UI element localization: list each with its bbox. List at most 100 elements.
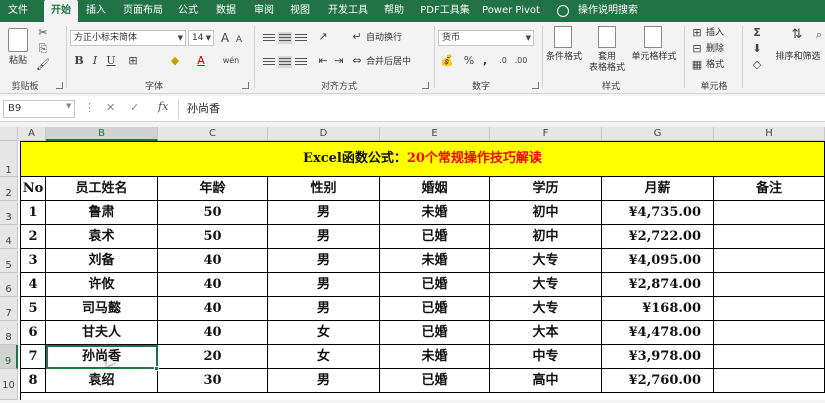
bold-button[interactable]: B [72, 54, 86, 68]
cell-styles-button[interactable]: 单元格样式 [628, 52, 680, 63]
cell-name[interactable]: 鲁肃 [46, 201, 158, 225]
cell-note[interactable] [714, 201, 825, 225]
cell-name[interactable]: 许攸 [46, 273, 158, 297]
cell-gender[interactable]: 男 [268, 249, 380, 273]
tab-view[interactable]: 视图 [284, 0, 316, 22]
header-cell[interactable]: 员工姓名 [46, 177, 158, 201]
tab-formulas[interactable]: 公式 [172, 0, 204, 22]
number-launcher-icon[interactable] [532, 82, 539, 89]
column-header[interactable]: C [158, 127, 268, 141]
cut-icon[interactable]: ✂ [36, 26, 50, 40]
align-left-icon[interactable] [262, 56, 276, 68]
cell-education[interactable]: 大本 [490, 321, 602, 345]
font-color-icon[interactable]: A [194, 54, 208, 68]
cell-age[interactable]: 50 [158, 201, 268, 225]
middle-align-icon[interactable] [278, 32, 292, 44]
cell-marital[interactable]: 已婚 [380, 273, 490, 297]
cell-marital[interactable]: 已婚 [380, 321, 490, 345]
cell-salary[interactable]: ¥2,760.00 [602, 369, 714, 393]
accounting-format-icon[interactable]: 💰 [440, 54, 454, 68]
cell-note[interactable] [714, 273, 825, 297]
cell-no[interactable]: 3 [20, 249, 46, 273]
cell-no[interactable]: 2 [20, 225, 46, 249]
cell-education[interactable]: 大专 [490, 273, 602, 297]
column-header[interactable]: H [714, 127, 825, 141]
cell-education[interactable]: 初中 [490, 225, 602, 249]
sort-filter-icon[interactable]: ⇅ [790, 28, 804, 42]
sort-filter-button[interactable]: 排序和筛选 [772, 52, 824, 63]
font-launcher-icon[interactable] [242, 82, 249, 89]
wrap-text-icon[interactable]: ↵ [350, 30, 364, 44]
cell-gender[interactable]: 男 [268, 297, 380, 321]
cell-gender[interactable]: 女 [268, 345, 380, 369]
phonetic-icon[interactable]: wén [222, 54, 240, 68]
cell-name[interactable]: 甘夫人 [46, 321, 158, 345]
increase-font-icon[interactable]: A [218, 31, 232, 45]
tab-power-pivot[interactable]: Power Pivot [480, 0, 542, 22]
merge-center-icon[interactable]: ⇔ [350, 54, 364, 68]
cell-salary[interactable]: ¥4,095.00 [602, 249, 714, 273]
cell-salary[interactable]: ¥2,874.00 [602, 273, 714, 297]
row-header[interactable]: 3 [0, 201, 18, 225]
cell-age[interactable]: 50 [158, 225, 268, 249]
copy-icon[interactable]: ⎘ [36, 42, 50, 56]
row-header[interactable]: 9 [0, 345, 18, 369]
decrease-decimal-icon[interactable]: .00 [514, 54, 528, 68]
number-format-combo[interactable]: 货币 ▼ [438, 30, 534, 46]
cell-age[interactable]: 40 [158, 297, 268, 321]
find-select-icon[interactable]: ⌕ [812, 28, 825, 42]
orientation-icon[interactable]: ↗ [316, 30, 330, 44]
row-header[interactable]: 6 [0, 273, 18, 297]
cell-education[interactable]: 大专 [490, 249, 602, 273]
cell-salary[interactable]: ¥4,478.00 [602, 321, 714, 345]
font-size-combo[interactable]: 14 ▼ [188, 30, 214, 46]
tab-review[interactable]: 审阅 [248, 0, 280, 22]
tab-file[interactable]: 文件 [0, 0, 36, 22]
align-right-icon[interactable] [294, 56, 308, 68]
header-cell[interactable]: No [20, 177, 46, 201]
cancel-icon[interactable]: ✕ [106, 101, 115, 114]
row-header[interactable]: 7 [0, 297, 18, 321]
alignment-launcher-icon[interactable] [422, 82, 429, 89]
header-cell[interactable]: 月薪 [602, 177, 714, 201]
format-cells-button[interactable]: 格式 [706, 60, 734, 71]
delete-cells-button[interactable]: 删除 [706, 44, 734, 55]
insert-cells-button[interactable]: 插入 [706, 28, 734, 39]
format-painter-icon[interactable]: 🖌 [36, 58, 50, 72]
column-header[interactable]: E [380, 127, 490, 141]
wrap-text-button[interactable]: 自动换行 [366, 33, 414, 44]
fill-color-icon[interactable]: ◆ [168, 54, 182, 68]
paste-button[interactable]: 粘贴 [4, 56, 32, 67]
insert-cells-icon[interactable]: ⊞ [690, 26, 704, 40]
cell-gender[interactable]: 男 [268, 273, 380, 297]
chevron-down-icon[interactable]: ▼ [66, 102, 71, 110]
row-header[interactable]: 2 [0, 177, 18, 201]
fill-handle[interactable] [154, 366, 159, 371]
cell-note[interactable] [714, 297, 825, 321]
cell-age[interactable]: 20 [158, 345, 268, 369]
header-cell[interactable]: 性别 [268, 177, 380, 201]
column-header[interactable]: A [18, 127, 46, 141]
delete-cells-icon[interactable]: ⊟ [690, 42, 704, 56]
autosum-button[interactable]: Σ [750, 26, 764, 40]
cell-no[interactable]: 6 [20, 321, 46, 345]
format-as-table-icon[interactable] [598, 26, 616, 48]
cell-education[interactable]: 初中 [490, 201, 602, 225]
cell-name[interactable]: 袁术 [46, 225, 158, 249]
row-header[interactable]: 4 [0, 225, 18, 249]
cell-marital[interactable]: 已婚 [380, 369, 490, 393]
cell-education[interactable]: 中专 [490, 345, 602, 369]
cell-age[interactable]: 30 [158, 369, 268, 393]
cell-no[interactable]: 4 [20, 273, 46, 297]
cell-age[interactable]: 40 [158, 273, 268, 297]
cell-education[interactable]: 大专 [490, 297, 602, 321]
header-cell[interactable]: 学历 [490, 177, 602, 201]
cell-gender[interactable]: 男 [268, 369, 380, 393]
column-header[interactable]: D [268, 127, 380, 141]
row-header[interactable]: 8 [0, 321, 18, 345]
underline-button[interactable]: U [104, 54, 118, 68]
cell-salary[interactable]: ¥2,722.00 [602, 225, 714, 249]
tab-home[interactable]: 开始 [44, 0, 78, 22]
header-cell[interactable]: 婚姻 [380, 177, 490, 201]
tab-developer[interactable]: 开发工具 [322, 0, 374, 22]
